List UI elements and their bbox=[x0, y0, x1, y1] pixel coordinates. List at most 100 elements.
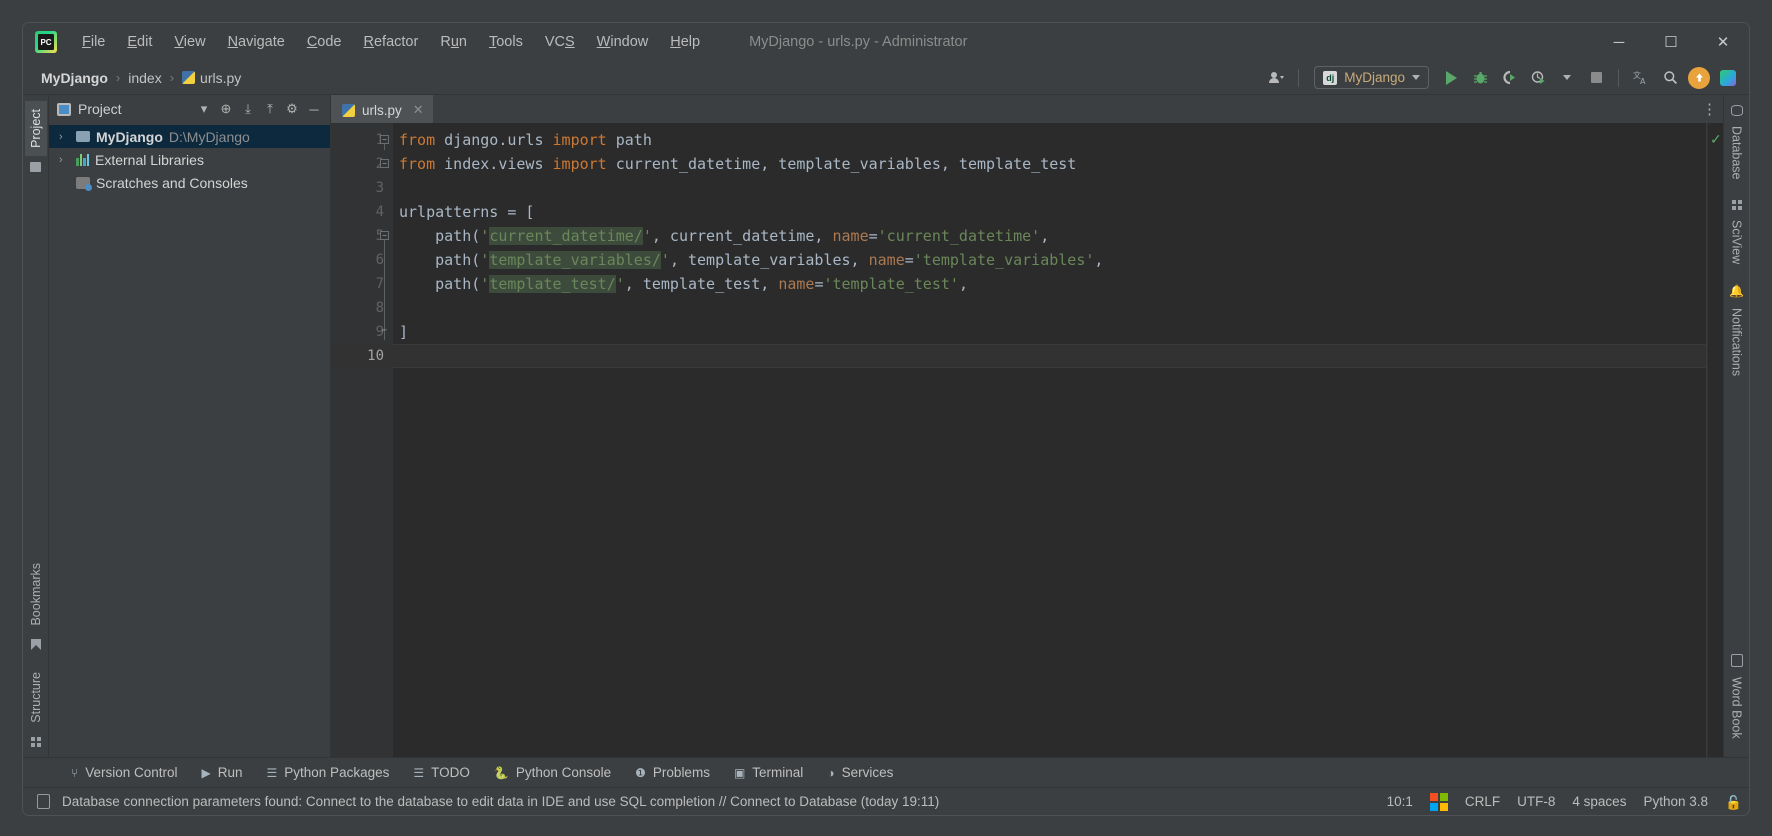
tool-window-python-packages[interactable]: ☰ Python Packages bbox=[255, 762, 402, 783]
expand-arrow-icon[interactable]: › bbox=[59, 131, 70, 143]
tree-node-external-libraries[interactable]: › External Libraries bbox=[49, 148, 330, 171]
run-button[interactable] bbox=[1438, 66, 1464, 90]
menu-item-run[interactable]: Run bbox=[429, 31, 478, 53]
close-icon[interactable]: ✕ bbox=[413, 102, 424, 118]
sidebar-item-bookmarks[interactable]: Bookmarks bbox=[25, 555, 47, 634]
menu-item-refactor[interactable]: Refactor bbox=[353, 31, 430, 53]
tool-window-terminal[interactable]: ▣ Terminal bbox=[722, 762, 815, 783]
sidebar-item-sciview[interactable]: SciView bbox=[1726, 212, 1748, 272]
python-file-icon bbox=[342, 103, 355, 117]
more-options-icon[interactable]: ⋮ bbox=[1697, 95, 1723, 123]
tree-node-mydjango[interactable]: › MyDjango D:\MyDjango bbox=[49, 125, 330, 148]
indent-setting[interactable]: 4 spaces bbox=[1572, 794, 1626, 809]
tab-urls-py[interactable]: urls.py ✕ bbox=[331, 95, 433, 123]
services-icon: ◑ bbox=[827, 765, 835, 780]
menu-item-edit[interactable]: Edit bbox=[116, 31, 163, 53]
python-interpreter[interactable]: Python 3.8 bbox=[1643, 794, 1708, 809]
menu-item-vcs[interactable]: VCS bbox=[534, 31, 586, 53]
code-line-3[interactable] bbox=[393, 176, 1707, 200]
windows-logo-icon[interactable] bbox=[1429, 792, 1448, 811]
event-log-icon[interactable] bbox=[37, 794, 50, 809]
code-line-7[interactable]: path('template_test/', template_test, na… bbox=[393, 272, 1707, 296]
menu-item-tools[interactable]: Tools bbox=[478, 31, 534, 53]
tree-node-scratches-and-consoles[interactable]: Scratches and Consoles bbox=[49, 171, 330, 194]
line-number: 10 bbox=[331, 344, 393, 368]
breadcrumb-mydjango[interactable]: MyDjango bbox=[37, 68, 112, 88]
django-icon: dj bbox=[1323, 70, 1338, 85]
breadcrumb-separator: › bbox=[115, 70, 121, 85]
window-controls: ─ ☐ ✕ bbox=[1593, 23, 1749, 61]
sidebar-item-database[interactable]: Database bbox=[1726, 118, 1748, 188]
code-token: 'template_test' bbox=[823, 275, 959, 293]
tool-window-python-console[interactable]: 🐍 Python Console bbox=[482, 762, 623, 783]
menu-item-view[interactable]: View bbox=[163, 31, 216, 53]
expand-all-icon[interactable]: ⤓ bbox=[238, 99, 258, 119]
search-icon[interactable] bbox=[1657, 66, 1683, 90]
tool-window-run[interactable]: ▶ Run bbox=[190, 762, 255, 783]
sidebar-item-word-book[interactable]: Word Book bbox=[1726, 669, 1748, 747]
code-token: template_test/ bbox=[489, 275, 616, 293]
profile-button[interactable] bbox=[1525, 66, 1551, 90]
sidebar-item-structure[interactable]: Structure bbox=[25, 664, 47, 731]
settings-gear-icon[interactable]: ⚙ bbox=[282, 99, 302, 119]
run-coverage-button[interactable] bbox=[1496, 66, 1522, 90]
hide-panel-icon[interactable]: ─ bbox=[304, 99, 324, 119]
sidebar-item-notifications[interactable]: Notifications bbox=[1726, 300, 1748, 384]
menu-item-navigate[interactable]: Navigate bbox=[217, 31, 296, 53]
status-bar: Database connection parameters found: Co… bbox=[23, 787, 1749, 815]
debug-button[interactable] bbox=[1467, 66, 1493, 90]
breadcrumb-index[interactable]: index bbox=[124, 68, 165, 88]
code-line-10[interactable] bbox=[393, 344, 1707, 368]
project-view-select-icon[interactable]: ▾ bbox=[194, 99, 214, 119]
run-config-label: MyDjango bbox=[1344, 70, 1405, 85]
tool-window-version-control[interactable]: ⑂ Version Control bbox=[59, 762, 190, 783]
expand-arrow-icon[interactable]: › bbox=[59, 154, 70, 166]
code-line-2[interactable]: from index.views import current_datetime… bbox=[393, 152, 1707, 176]
code-token: , bbox=[1094, 251, 1104, 269]
update-arrow-icon[interactable] bbox=[1686, 66, 1712, 90]
code-line-6[interactable]: path('template_variables/', template_var… bbox=[393, 248, 1707, 272]
menu-item-code[interactable]: Code bbox=[296, 31, 353, 53]
stop-square-icon[interactable] bbox=[1583, 66, 1609, 90]
locate-file-icon[interactable]: ⊕ bbox=[216, 99, 236, 119]
inspection-marker-bar[interactable]: ✓ bbox=[1707, 123, 1723, 757]
code-line-9[interactable]: ] bbox=[393, 320, 1707, 344]
code-line-1[interactable]: from django.urls import path bbox=[393, 128, 1707, 152]
project-folder-icon[interactable] bbox=[30, 161, 41, 172]
run-configuration-selector[interactable]: dj MyDjango bbox=[1314, 66, 1429, 89]
code-line-5[interactable]: path('current_datetime/', current_dateti… bbox=[393, 224, 1707, 248]
fold-icon-line1[interactable]: − bbox=[380, 135, 389, 144]
breadcrumb-urls-py[interactable]: urls.py bbox=[178, 68, 245, 88]
structure-label: Structure bbox=[28, 672, 43, 723]
minimize-button[interactable]: ─ bbox=[1593, 23, 1645, 61]
menu-item-file[interactable]: File bbox=[71, 31, 116, 53]
menu-item-help[interactable]: Help bbox=[659, 31, 711, 53]
caret-position[interactable]: 10:1 bbox=[1387, 794, 1413, 809]
encoding[interactable]: UTF-8 bbox=[1517, 794, 1555, 809]
status-message[interactable]: Database connection parameters found: Co… bbox=[62, 794, 939, 809]
maximize-button[interactable]: ☐ bbox=[1645, 23, 1697, 61]
collapse-all-icon[interactable]: ⤒ bbox=[260, 99, 280, 119]
close-button[interactable]: ✕ bbox=[1697, 23, 1749, 61]
menu-item-window[interactable]: Window bbox=[586, 31, 660, 53]
code-line-8[interactable] bbox=[393, 296, 1707, 320]
lock-icon[interactable]: 🔓 bbox=[1725, 795, 1742, 810]
pycharm-small-icon[interactable] bbox=[1715, 66, 1741, 90]
fold-icon-line9[interactable]: ⌐ bbox=[380, 327, 389, 336]
chevron-down-icon[interactable] bbox=[1554, 66, 1580, 90]
line-separator[interactable]: CRLF bbox=[1465, 794, 1500, 809]
breadcrumb-label: MyDjango bbox=[41, 69, 108, 86]
tool-window-todo[interactable]: ☰ TODO bbox=[401, 762, 482, 783]
tool-window-problems[interactable]: ❶ Problems bbox=[623, 762, 722, 783]
code-editor[interactable]: 12345678910 − − − ⌐ from django.urls imp… bbox=[331, 123, 1723, 757]
code-content[interactable]: from django.urls import path from index.v… bbox=[393, 123, 1707, 757]
user-account-icon[interactable] bbox=[1263, 66, 1289, 90]
sidebar-item-project[interactable]: Project bbox=[24, 101, 47, 156]
fold-icon-line4[interactable]: − bbox=[380, 231, 389, 240]
code-token: , bbox=[1040, 227, 1050, 245]
tool-window-services[interactable]: ◑ Services bbox=[815, 762, 905, 783]
code-line-4[interactable]: urlpatterns = [ bbox=[393, 200, 1707, 224]
tool-window-bar: ⑂ Version Control ▶ Run ☰ Python Packages ☰ TOD… bbox=[23, 757, 1749, 787]
translate-icon[interactable]: 文 A bbox=[1628, 66, 1654, 90]
fold-icon-line2[interactable]: − bbox=[380, 159, 389, 168]
